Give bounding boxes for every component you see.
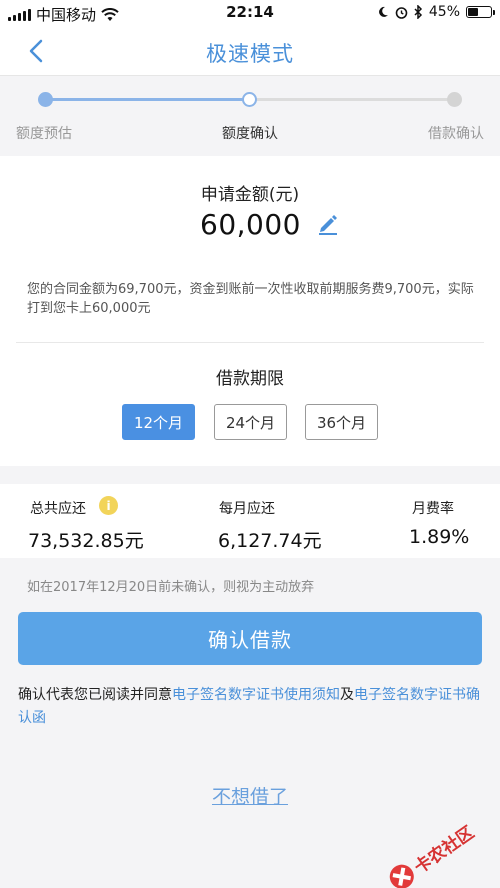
- rate-label: 月费率: [412, 501, 454, 517]
- page-title: 极速模式: [206, 42, 294, 66]
- agreement-text: 确认代表您已阅读并同意电子签名数字证书使用须知及电子签名数字证书确认函: [18, 684, 488, 730]
- divider: [16, 342, 484, 343]
- alarm-icon: [395, 6, 408, 19]
- rate-value: 1.89%: [409, 526, 470, 548]
- step-label-confirm-loan: 借款确认: [428, 126, 484, 142]
- moon-icon: [378, 6, 388, 17]
- status-bar: 中国移动 22:14 45%: [0, 0, 500, 26]
- step-dot-done: [38, 92, 53, 107]
- confirm-loan-button[interactable]: 确认借款: [18, 612, 482, 665]
- pencil-icon[interactable]: [316, 212, 340, 236]
- navigation-bar: 极速模式: [0, 26, 500, 76]
- step-line-pending: [250, 98, 454, 101]
- term-option-24[interactable]: 24个月: [214, 404, 287, 440]
- info-icon[interactable]: i: [99, 496, 118, 515]
- loan-card: 申请金额(元) 60,000 您的合同金额为69,700元，资金到账前一次性收取…: [0, 156, 500, 466]
- watermark-text: 卡农社区: [410, 822, 478, 878]
- deadline-note: 如在2017年12月20日前未确认，则视为主动放弃: [27, 580, 315, 595]
- progress-steps: 额度预估 额度确认 借款确认: [0, 76, 500, 156]
- battery-icon: [466, 6, 495, 18]
- decline-link[interactable]: 不想借了: [0, 782, 500, 809]
- contract-note: 您的合同金额为69,700元，资金到账前一次性收取前期服务费9,700元，实际打…: [27, 282, 474, 316]
- step-line-done: [46, 98, 250, 101]
- agreement-joiner: 及: [340, 687, 354, 703]
- step-dot-current: [242, 92, 257, 107]
- total-label: 总共应还: [30, 501, 86, 517]
- total-value: 73,532.85元: [28, 530, 144, 552]
- agreement-link-notice[interactable]: 电子签名数字证书使用须知: [172, 687, 340, 703]
- amount-label: 申请金额(元): [200, 185, 300, 205]
- step-label-confirm-limit: 额度确认: [222, 126, 278, 142]
- status-right: 45%: [377, 4, 495, 20]
- amount-value: 60,000: [200, 208, 301, 241]
- step-dot-pending: [447, 92, 462, 107]
- monthly-value: 6,127.74元: [218, 530, 322, 552]
- term-title: 借款期限: [216, 369, 284, 389]
- repayment-summary: 总共应还 i 73,532.85元 每月应还 6,127.74元 月费率 1.8…: [0, 484, 500, 558]
- watermark: 卡农社区: [380, 804, 493, 888]
- bluetooth-icon: [414, 5, 422, 19]
- term-option-12[interactable]: 12个月: [122, 404, 195, 440]
- monthly-label: 每月应还: [219, 501, 275, 517]
- battery-percent: 45%: [428, 4, 460, 20]
- agreement-prefix: 确认代表您已阅读并同意: [18, 687, 172, 703]
- term-option-36[interactable]: 36个月: [305, 404, 378, 440]
